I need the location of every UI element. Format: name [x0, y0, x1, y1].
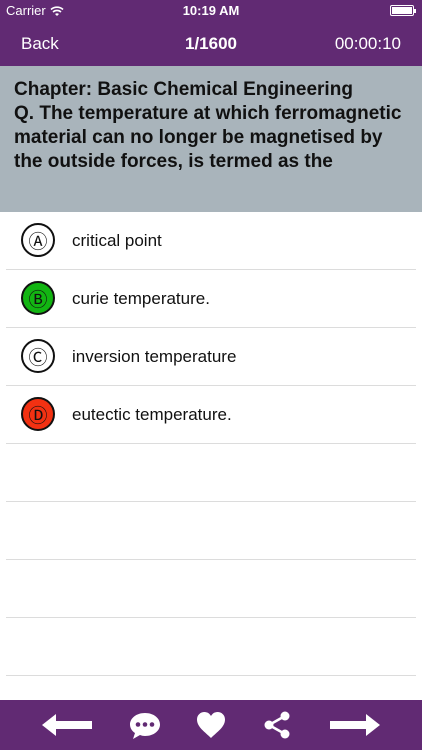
- question-panel: Chapter: Basic Chemical Engineering Q. T…: [0, 66, 422, 212]
- status-bar: Carrier 10:19 AM: [0, 0, 422, 22]
- empty-row: [0, 502, 422, 560]
- nav-bar: Back 1/1600 00:00:10: [0, 22, 422, 66]
- option-d-text: eutectic temperature.: [72, 405, 232, 424]
- option-b[interactable]: Ⓑ curie temperature.: [0, 270, 422, 328]
- timer: 00:00:10: [334, 34, 401, 53]
- empty-row: [0, 444, 422, 502]
- status-time: 10:19 AM: [182, 3, 240, 18]
- share-icon[interactable]: [262, 710, 292, 740]
- arrow-left-icon[interactable]: [40, 710, 94, 740]
- header: Carrier 10:19 AM Back 1/1600 00:00:10: [0, 0, 422, 66]
- option-c-badge: Ⓒ: [21, 339, 55, 373]
- option-a-badge: Ⓐ: [21, 223, 55, 257]
- option-c-text: inversion temperature: [72, 347, 237, 366]
- question-text: Q. The temperature at which ferromagneti…: [14, 103, 402, 172]
- option-a[interactable]: Ⓐ critical point: [0, 212, 422, 270]
- option-d-badge: Ⓓ: [21, 397, 55, 431]
- empty-row: [0, 618, 422, 676]
- empty-row: [0, 560, 422, 618]
- heart-icon[interactable]: [195, 710, 227, 740]
- chapter-title: Chapter: Basic Chemical Engineering: [14, 79, 353, 100]
- option-c[interactable]: Ⓒ inversion temperature: [0, 328, 422, 386]
- arrow-right-icon[interactable]: [328, 710, 382, 740]
- footer-toolbar: [0, 700, 422, 750]
- options-list: Ⓐ critical point Ⓑ curie temperature. Ⓒ …: [0, 212, 422, 676]
- option-a-text: critical point: [72, 231, 162, 250]
- chat-icon[interactable]: [128, 710, 162, 740]
- app: Carrier 10:19 AM Back 1/1600 00:00:10 Ch…: [0, 0, 422, 750]
- battery-icon: [390, 5, 416, 16]
- option-b-text: curie temperature.: [72, 289, 210, 308]
- option-d[interactable]: Ⓓ eutectic temperature.: [0, 386, 422, 444]
- option-b-badge: Ⓑ: [21, 281, 55, 315]
